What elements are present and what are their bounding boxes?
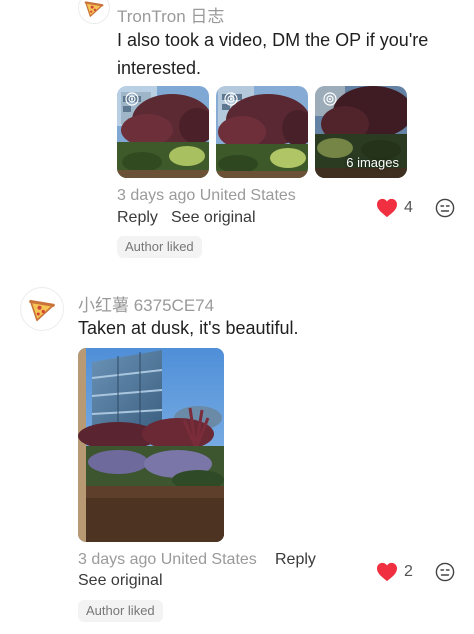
comment-timestamp: 3 days ago United States <box>117 187 296 205</box>
heart-icon <box>377 562 397 582</box>
pizza-icon <box>29 299 55 322</box>
pizza-icon <box>84 1 104 17</box>
avatar[interactable] <box>20 287 64 331</box>
comment-text: I also took a video, DM the OP if you're… <box>117 30 429 78</box>
comment-image-2[interactable] <box>216 86 308 178</box>
comment-image-3[interactable]: 6 images <box>315 86 407 178</box>
comment-image-1[interactable] <box>78 348 224 542</box>
comment-time: 3 days ago <box>78 551 157 568</box>
avatar[interactable] <box>78 0 110 24</box>
live-photo-icon <box>224 92 238 106</box>
see-original-button[interactable]: See original <box>171 209 256 227</box>
comment-timestamp: 3 days ago United States <box>78 551 257 569</box>
heart-icon <box>377 198 397 218</box>
like-button[interactable]: 2 <box>376 562 413 582</box>
like-count: 4 <box>404 199 413 216</box>
dusk-building-photo <box>78 348 224 542</box>
see-original-button[interactable]: See original <box>78 572 163 590</box>
comment-thread: TronTron 日志 I also took a video, DM the … <box>0 0 474 634</box>
comment-time: 3 days ago <box>117 187 196 204</box>
more-images-count: 6 images <box>346 155 399 170</box>
comment-location: United States <box>160 551 257 568</box>
author-liked-badge: Author liked <box>117 236 202 258</box>
live-photo-icon <box>323 92 337 106</box>
comment-text: Taken at dusk, it's beautiful. <box>78 318 299 338</box>
like-button[interactable]: 4 <box>376 198 413 218</box>
comment-username[interactable]: 小红薯 6375CE74 <box>78 291 214 316</box>
comment-username[interactable]: TronTron 日志 <box>117 2 224 27</box>
comment-image-1[interactable] <box>117 86 209 178</box>
reply-button[interactable]: Reply <box>117 209 158 227</box>
author-liked-badge: Author liked <box>78 600 163 622</box>
live-photo-icon <box>125 92 139 106</box>
reply-button[interactable]: Reply <box>275 551 316 569</box>
emoji-reaction-icon[interactable] <box>435 562 455 582</box>
like-count: 2 <box>404 563 413 580</box>
emoji-reaction-icon[interactable] <box>435 198 455 218</box>
comment-location: United States <box>199 187 296 204</box>
